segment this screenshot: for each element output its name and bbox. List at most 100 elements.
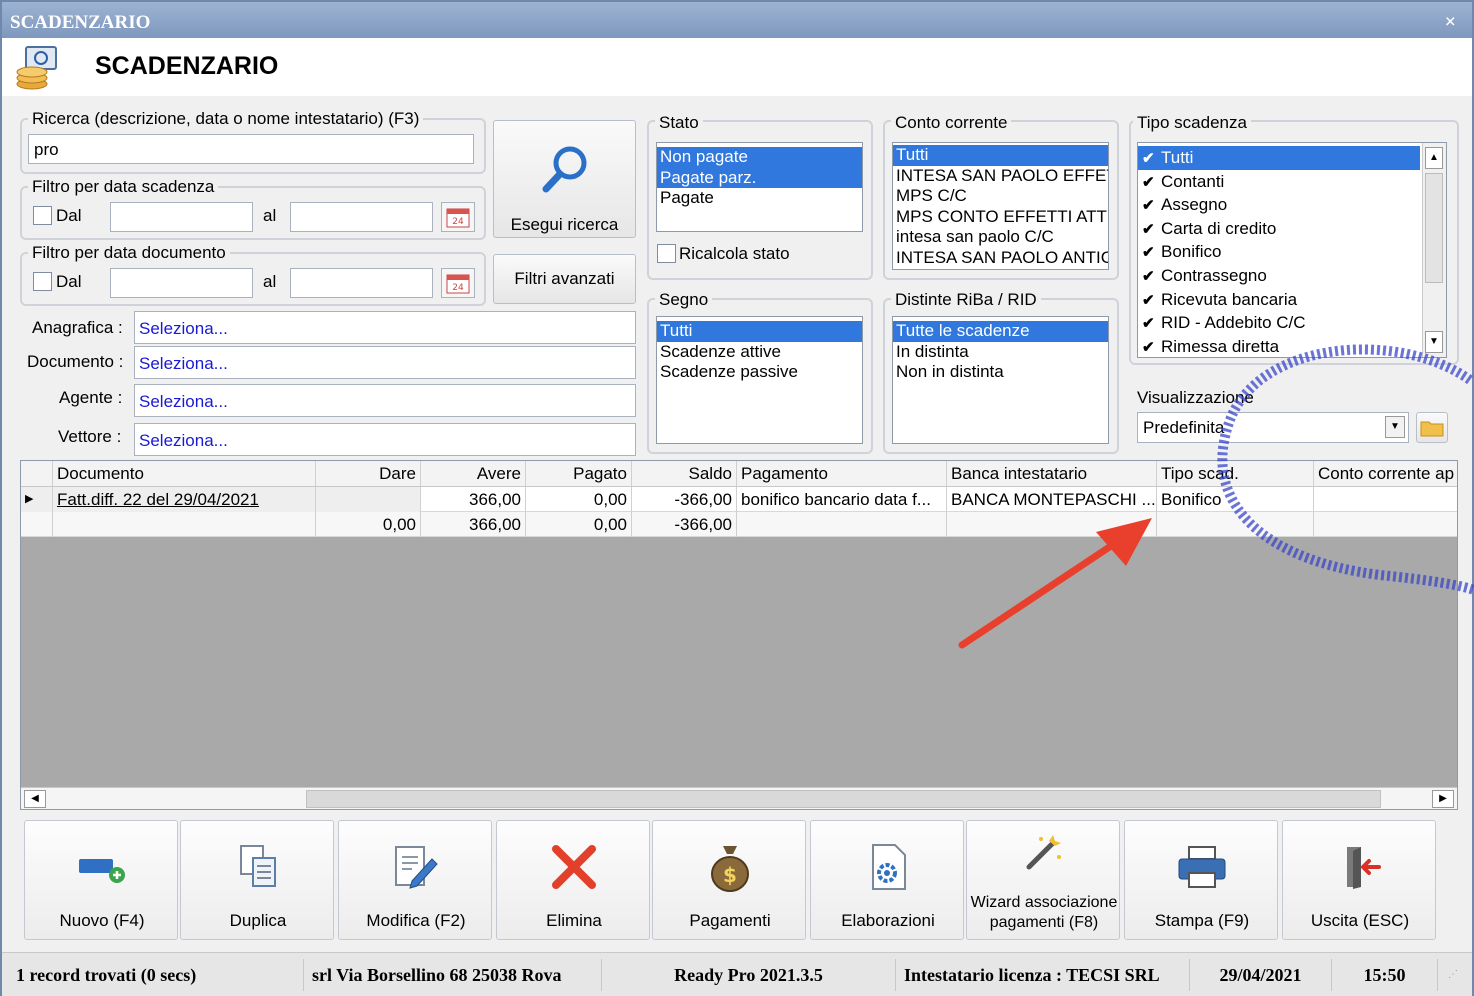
scroll-thumb[interactable] <box>306 790 1381 808</box>
wizard-icon <box>967 825 1121 881</box>
print-button[interactable]: Stampa (F9) <box>1124 820 1278 940</box>
segno-list[interactable]: Tutti Scadenze attive Scadenze passive <box>656 316 863 444</box>
list-item[interactable]: ✔ Bonifico <box>1138 240 1446 264</box>
stato-list[interactable]: Non pagate Pagate parz. Pagate <box>656 142 863 232</box>
total-avere: 366,00 <box>421 512 526 537</box>
stato-label: Stato <box>655 113 703 133</box>
doc-date-from-checkbox[interactable] <box>33 272 52 291</box>
view-select[interactable]: Predefinita ▼ <box>1137 412 1409 443</box>
list-item[interactable]: ✔ Carta di credito <box>1138 217 1446 241</box>
duplicate-icon <box>181 839 335 895</box>
documento-selector[interactable]: Seleziona... <box>134 346 636 379</box>
scroll-right-icon[interactable]: ▶ <box>1432 790 1454 808</box>
new-button[interactable]: Nuovo (F4) <box>24 820 178 940</box>
scroll-left-icon[interactable]: ◀ <box>24 790 46 808</box>
checkmark-icon: ✔ <box>1142 315 1155 333</box>
total-documento <box>53 512 316 537</box>
duplicate-button[interactable]: Duplica <box>180 820 334 940</box>
wizard-button[interactable]: Wizard associazione pagamenti (F8) <box>966 820 1120 940</box>
calendar-icon[interactable]: 24 <box>441 202 475 232</box>
scadenzario-window: SCADENZARIO × SCADENZARIO Ricerca (descr… <box>0 0 1474 996</box>
list-item[interactable]: INTESA SAN PAOLO ANTICI <box>893 248 1108 269</box>
status-company: srl Via Borsellino 68 25038 Rova <box>304 959 602 991</box>
grid-header: Documento Dare Avere Pagato Saldo Pagame… <box>21 461 1457 487</box>
column-header-avere[interactable]: Avere <box>421 461 526 486</box>
list-item[interactable]: MPS C/C <box>893 186 1108 207</box>
list-item[interactable]: Tutti <box>657 321 862 342</box>
conto-list[interactable]: Tutti INTESA SAN PAOLO EFFETTI MPS C/C M… <box>892 142 1109 270</box>
advanced-filters-button[interactable]: Filtri avanzati <box>493 254 636 304</box>
list-item[interactable]: Tutti <box>893 145 1108 166</box>
cell-pagamento: bonifico bancario data f... <box>737 487 947 512</box>
due-date-from-checkbox[interactable] <box>33 206 52 225</box>
chevron-down-icon[interactable]: ▼ <box>1385 416 1405 438</box>
list-item[interactable]: Pagate parz. <box>657 167 862 188</box>
table-row[interactable]: ▶ Fatt.diff. 22 del 29/04/2021 366,00 0,… <box>21 487 1457 512</box>
tipo-scadenza-list[interactable]: ✔ Tutti ✔ Contanti ✔ Assegno ✔ Carta di cred… <box>1137 142 1447 358</box>
list-item[interactable]: ✔ Ricevuta bancaria <box>1138 288 1446 312</box>
agente-selector[interactable]: Seleziona... <box>134 384 636 417</box>
column-header-pagato[interactable]: Pagato <box>526 461 632 486</box>
checkmark-icon: ✔ <box>1142 244 1155 262</box>
conto-label: Conto corrente <box>891 113 1012 133</box>
anagrafica-selector[interactable]: Seleziona... <box>134 311 636 344</box>
doc-date-to-input[interactable] <box>290 268 433 298</box>
list-item[interactable]: MPS CONTO EFFETTI ATTIV <box>893 207 1108 228</box>
column-header-pagamento[interactable]: Pagamento <box>737 461 947 486</box>
column-header-saldo[interactable]: Saldo <box>632 461 737 486</box>
distinte-label: Distinte RiBa / RID <box>891 290 1041 310</box>
recalc-status-checkbox[interactable] <box>657 244 676 263</box>
column-header-documento[interactable]: Documento <box>53 461 316 486</box>
checkmark-icon: ✔ <box>1142 173 1155 191</box>
scadenze-grid[interactable]: Documento Dare Avere Pagato Saldo Pagame… <box>20 460 1458 810</box>
list-item[interactable]: ✔ Tutti <box>1138 146 1420 170</box>
status-date: 29/04/2021 <box>1190 959 1332 991</box>
close-icon[interactable]: × <box>1445 11 1456 34</box>
processing-button[interactable]: Elaborazioni <box>810 820 964 940</box>
vertical-scrollbar[interactable]: ▲ ▼ <box>1422 143 1446 357</box>
list-item[interactable]: Scadenze attive <box>657 342 862 363</box>
documento-label: Documento : <box>27 352 124 371</box>
due-date-to-input[interactable] <box>290 202 433 232</box>
resize-grip-icon[interactable]: ⋰ <box>1448 969 1458 980</box>
search-input[interactable]: pro <box>28 134 474 164</box>
total-tipo-scad <box>1157 512 1314 537</box>
list-item[interactable]: Tutte le scadenze <box>893 321 1108 342</box>
due-date-from-input[interactable] <box>110 202 253 232</box>
list-item[interactable]: ✔ Assegno <box>1138 193 1446 217</box>
scroll-thumb[interactable] <box>1425 173 1443 283</box>
tipo-scadenza-label: Tipo scadenza <box>1133 113 1251 133</box>
column-header-tipo-scad[interactable]: Tipo scad. <box>1157 461 1314 486</box>
run-search-button[interactable]: Esegui ricerca <box>493 120 636 238</box>
distinte-list[interactable]: Tutte le scadenze In distinta Non in dis… <box>892 316 1109 444</box>
list-item[interactable]: INTESA SAN PAOLO EFFETTI <box>893 166 1108 187</box>
edit-button[interactable]: Modifica (F2) <box>338 820 492 940</box>
svg-text:$: $ <box>723 863 737 887</box>
calendar-icon[interactable]: 24 <box>441 268 475 298</box>
list-item[interactable]: Non in distinta <box>893 362 1108 383</box>
list-item[interactable]: ✔ Contrassegno <box>1138 264 1446 288</box>
column-header-conto[interactable]: Conto corrente ap <box>1314 461 1457 486</box>
vettore-selector[interactable]: Seleziona... <box>134 423 636 456</box>
payments-button[interactable]: $ Pagamenti <box>652 820 806 940</box>
list-item[interactable]: Non pagate <box>657 147 862 168</box>
list-item[interactable]: Pagate <box>657 188 862 209</box>
list-item[interactable]: Scadenze passive <box>657 362 862 383</box>
doc-date-from-input[interactable] <box>110 268 253 298</box>
column-header-banca[interactable]: Banca intestatario <box>947 461 1157 486</box>
list-item[interactable]: ✔ Rimessa diretta <box>1138 335 1446 357</box>
list-item[interactable]: ✔ Contanti <box>1138 170 1446 194</box>
delete-button[interactable]: Elimina <box>496 820 650 940</box>
folder-button[interactable] <box>1416 412 1448 443</box>
segno-label: Segno <box>655 290 713 310</box>
exit-button[interactable]: Uscita (ESC) <box>1282 820 1436 940</box>
list-item[interactable]: intesa san paolo C/C <box>893 227 1108 248</box>
document-link[interactable]: Fatt.diff. 22 del 29/04/2021 <box>53 487 316 512</box>
total-conto <box>1314 512 1457 537</box>
list-item[interactable]: ✔ RID - Addebito C/C <box>1138 311 1446 335</box>
list-item[interactable]: In distinta <box>893 342 1108 363</box>
scroll-up-icon[interactable]: ▲ <box>1425 147 1443 169</box>
column-header-dare[interactable]: Dare <box>316 461 421 486</box>
scroll-down-icon[interactable]: ▼ <box>1425 331 1443 353</box>
horizontal-scrollbar[interactable]: ◀ ▶ <box>21 787 1457 809</box>
